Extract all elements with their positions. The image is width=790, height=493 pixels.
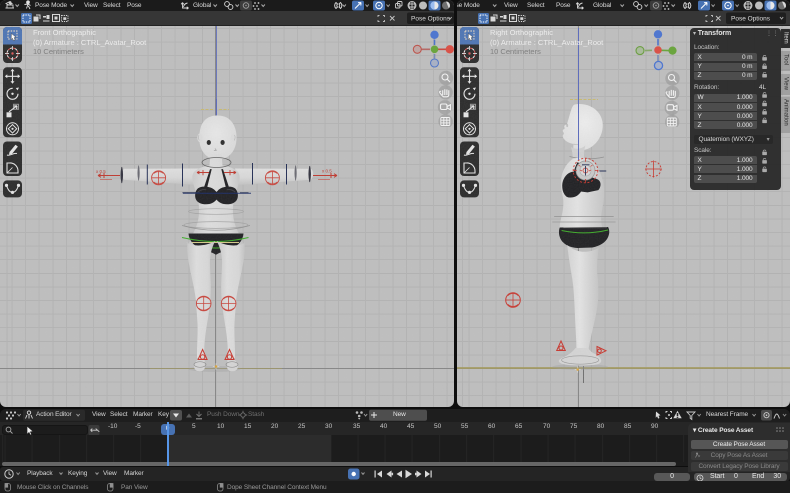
- svg-text:x 0.5: x 0.5: [96, 169, 106, 174]
- svg-text:Pose Options: Pose Options: [731, 16, 771, 23]
- svg-text:x 0.5: x 0.5: [322, 169, 332, 174]
- svg-text:Pose Options: Pose Options: [411, 16, 451, 23]
